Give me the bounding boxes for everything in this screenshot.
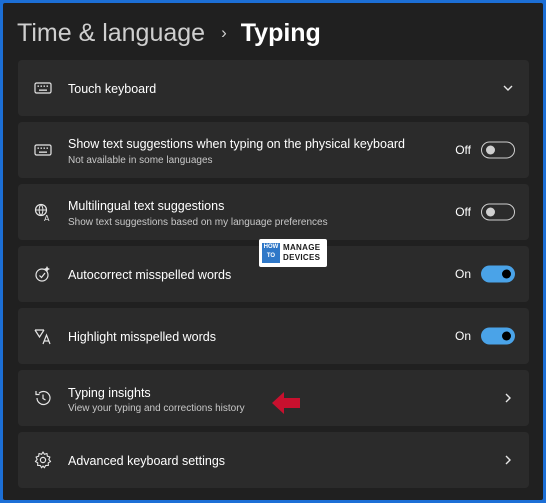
setting-title: Highlight misspelled words (68, 330, 216, 344)
highlight-toggle[interactable] (481, 327, 515, 345)
multilingual-toggle[interactable] (481, 203, 515, 221)
chevron-right-icon[interactable] (501, 453, 515, 467)
setting-text-suggestions: Show text suggestions when typing on the… (18, 122, 529, 178)
setting-subtitle: View your typing and corrections history (68, 403, 245, 414)
toggle-knob (486, 207, 495, 217)
keyboard-icon (33, 78, 53, 98)
language-icon: A (33, 202, 53, 222)
setting-title: Show text suggestions when typing on the… (68, 137, 406, 151)
toggle-state-label: On (454, 329, 471, 343)
breadcrumb-separator: › (221, 23, 227, 42)
watermark-to: TO (266, 253, 276, 259)
setting-title: Typing insights (68, 386, 151, 400)
breadcrumb-parent[interactable]: Time & language (17, 19, 205, 48)
watermark-line2: DEVICES (283, 253, 321, 262)
settings-window: Time & language › Typing Touch keyboard … (3, 3, 543, 500)
svg-text:A: A (44, 214, 50, 222)
annotation-arrow-icon (272, 392, 300, 414)
setting-advanced-keyboard[interactable]: Advanced keyboard settings (18, 432, 529, 488)
chevron-right-icon[interactable] (501, 391, 515, 405)
toggle-knob (486, 145, 495, 155)
watermark-how: HOW (263, 244, 279, 250)
setting-title: Autocorrect misspelled words (68, 268, 232, 282)
text-suggestions-toggle[interactable] (481, 141, 515, 159)
chevron-down-icon[interactable] (501, 81, 515, 95)
autocorrect-toggle[interactable] (481, 265, 515, 283)
setting-touch-keyboard[interactable]: Touch keyboard (18, 60, 529, 116)
watermark-logo: HOW TO MANAGE DEVICES (259, 239, 327, 267)
page-title: Typing (240, 18, 321, 47)
watermark-text: MANAGE DEVICES (283, 243, 320, 263)
autocorrect-icon (33, 264, 53, 284)
toggle-knob (502, 269, 511, 279)
toggle-state-label: Off (455, 143, 471, 157)
setting-highlight-misspelled: Highlight misspelled words On (18, 308, 529, 364)
setting-title: Multilingual text suggestions (68, 199, 225, 213)
watermark-line1: MANAGE (283, 243, 321, 252)
gear-icon (33, 450, 53, 470)
breadcrumb: Time & language › Typing (17, 15, 321, 51)
keyboard-icon (33, 140, 53, 160)
toggle-state-label: Off (455, 205, 471, 219)
setting-title: Touch keyboard (68, 82, 157, 96)
toggle-knob (502, 331, 511, 341)
watermark-how-badge: HOW TO (262, 243, 280, 263)
setting-title: Advanced keyboard settings (68, 454, 226, 468)
setting-subtitle: Show text suggestions based on my langua… (68, 217, 328, 228)
setting-subtitle: Not available in some languages (68, 155, 213, 166)
history-icon (33, 388, 53, 408)
toggle-state-label: On (454, 267, 471, 281)
spellcheck-icon (33, 326, 53, 346)
setting-multilingual-suggestions: A Multilingual text suggestions Show tex… (18, 184, 529, 240)
